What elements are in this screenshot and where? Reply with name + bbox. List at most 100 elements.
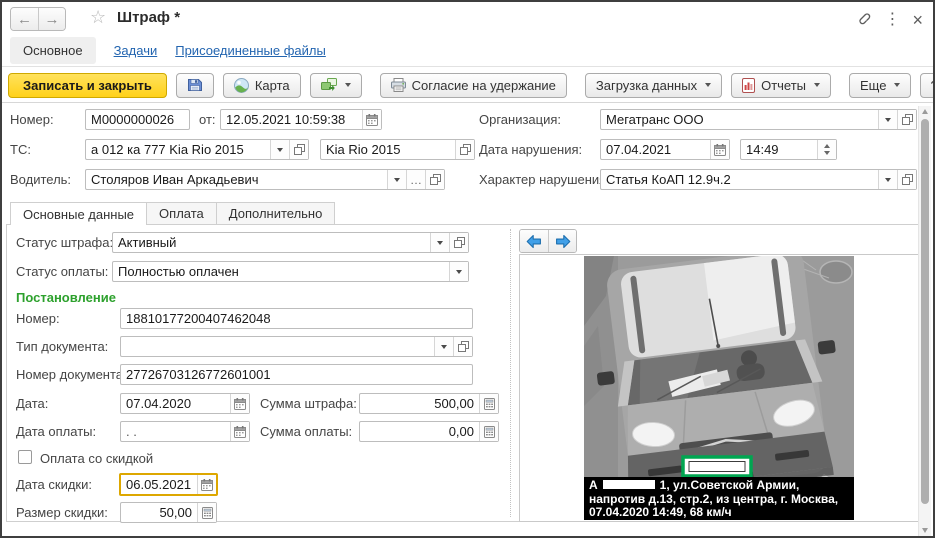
dropdown-caret-icon: [894, 83, 900, 87]
driver-label: Водитель:: [10, 172, 71, 187]
fine-status-field[interactable]: Активный: [112, 232, 469, 253]
open-reference-icon[interactable]: [425, 170, 444, 189]
open-reference-icon[interactable]: [897, 110, 916, 129]
dropdown-icon[interactable]: [270, 140, 289, 159]
fine-amount-label: Сумма штрафа:: [260, 396, 357, 411]
back-button[interactable]: ←: [11, 8, 38, 30]
more-actions-button[interactable]: Еще: [849, 73, 911, 98]
number-field[interactable]: М0000000026: [85, 109, 190, 130]
dropdown-caret-icon: [345, 83, 351, 87]
panel-splitter[interactable]: [510, 229, 511, 517]
calendar-icon[interactable]: [362, 110, 381, 129]
tab-payment[interactable]: Оплата: [147, 202, 217, 224]
forward-button[interactable]: →: [38, 8, 65, 30]
dropdown-icon[interactable]: [387, 170, 406, 189]
open-reference-icon[interactable]: [449, 233, 468, 252]
open-reference-icon[interactable]: [453, 337, 472, 356]
number-label: Номер:: [10, 112, 54, 127]
doc-number-label: Номер документа:: [16, 367, 127, 382]
calendar-icon[interactable]: [197, 475, 216, 494]
help-button[interactable]: ?: [920, 73, 935, 98]
pay-status-label: Статус оплаты:: [16, 264, 108, 279]
close-icon[interactable]: ×: [912, 11, 923, 29]
dropdown-icon[interactable]: [430, 233, 449, 252]
violation-type-field[interactable]: Статья КоАП 12.9ч.2: [600, 169, 917, 190]
dropdown-caret-icon: [814, 83, 820, 87]
violation-date-field[interactable]: 07.04.2021: [600, 139, 730, 160]
more-menu-icon[interactable]: ⋮: [884, 11, 900, 29]
redaction-bar: [603, 480, 655, 489]
section-tabs: Основное Задачи Присоединенные файлы: [2, 34, 933, 67]
pay-date-field[interactable]: . .: [120, 421, 250, 442]
discount-date-field[interactable]: 06.05.2021: [119, 473, 218, 496]
dropdown-icon[interactable]: [449, 262, 468, 281]
vehicle-model-field[interactable]: Kia Rio 2015: [320, 139, 475, 160]
resolution-section-title: Постановление: [16, 290, 116, 305]
photo-prev-button[interactable]: [520, 230, 548, 252]
photo-nav-group: [519, 229, 577, 253]
dropdown-icon[interactable]: [878, 170, 897, 189]
photo-panel: А1, ул.Советской Армии, напротив д.13, с…: [519, 254, 919, 522]
choose-button[interactable]: …: [406, 170, 425, 189]
pay-amount-label: Сумма оплаты:: [260, 424, 352, 439]
discount-size-label: Размер скидки:: [16, 505, 108, 520]
time-spinner[interactable]: [817, 140, 836, 159]
fine-status-label: Статус штрафа:: [16, 235, 113, 250]
retention-consent-button[interactable]: Согласие на удержание: [380, 73, 567, 98]
pay-amount-field[interactable]: 0,00: [359, 421, 499, 442]
calculator-icon[interactable]: [479, 394, 498, 413]
photo-caption: А1, ул.Советской Армии, напротив д.13, с…: [584, 477, 854, 520]
calendar-icon[interactable]: [230, 394, 249, 413]
vehicle-field[interactable]: а 012 ка 777 Kia Rio 2015: [85, 139, 309, 160]
save-and-close-button[interactable]: Записать и закрыть: [8, 73, 167, 98]
scroll-down-icon[interactable]: [922, 528, 928, 533]
tab-tasks[interactable]: Задачи: [114, 43, 158, 58]
fine-amount-field[interactable]: 500,00: [359, 393, 499, 414]
calendar-icon[interactable]: [710, 140, 729, 159]
resolution-number-field[interactable]: 18810177200407462048: [120, 308, 473, 329]
organization-label: Организация:: [479, 112, 561, 127]
calculator-icon[interactable]: [197, 503, 216, 522]
tab-attached-files[interactable]: Присоединенные файлы: [175, 43, 326, 58]
page-title: Штраф *: [117, 9, 180, 26]
dropdown-icon[interactable]: [434, 337, 453, 356]
resolution-date-field[interactable]: 07.04.2020: [120, 393, 250, 414]
discount-date-label: Дата скидки:: [16, 477, 92, 492]
load-data-button[interactable]: Загрузка данных: [585, 73, 722, 98]
doc-type-label: Тип документа:: [16, 339, 108, 354]
reports-button[interactable]: Отчеты: [731, 73, 831, 98]
discount-size-field[interactable]: 50,00: [120, 502, 217, 523]
calculator-icon[interactable]: [479, 422, 498, 441]
photo-next-button[interactable]: [548, 230, 576, 252]
detail-tabs: Основные данные Оплата Дополнительно: [10, 202, 335, 225]
map-button[interactable]: Карта: [223, 73, 301, 98]
driver-field[interactable]: Столяров Иван Аркадьевич …: [85, 169, 445, 190]
save-button[interactable]: [176, 73, 214, 98]
copy-transfer-button[interactable]: [310, 73, 362, 98]
discount-payment-checkbox-label: Оплата со скидкой: [40, 451, 153, 466]
resolution-date-label: Дата:: [16, 396, 48, 411]
pay-status-field[interactable]: Полностью оплачен: [112, 261, 469, 282]
violation-type-label: Характер нарушения:: [479, 172, 610, 187]
get-link-icon[interactable]: [854, 8, 872, 31]
tab-main-data[interactable]: Основные данные: [10, 202, 147, 225]
violation-time-field[interactable]: 14:49: [740, 139, 837, 160]
scrollbar-thumb[interactable]: [921, 119, 929, 504]
discount-payment-checkbox[interactable]: [18, 450, 32, 464]
scroll-up-icon[interactable]: [922, 109, 928, 114]
caption-line-1: А1, ул.Советской Армии,: [589, 479, 849, 493]
open-reference-icon[interactable]: [897, 170, 916, 189]
doc-type-field[interactable]: [120, 336, 473, 357]
calendar-icon[interactable]: [230, 422, 249, 441]
dropdown-icon[interactable]: [878, 110, 897, 129]
open-reference-icon[interactable]: [455, 140, 474, 159]
violation-photo: А1, ул.Советской Армии, напротив д.13, с…: [584, 256, 854, 520]
tab-main[interactable]: Основное: [10, 37, 96, 64]
doc-number-field[interactable]: 27726703126772601001: [120, 364, 473, 385]
date-created-field[interactable]: 12.05.2021 10:59:38: [220, 109, 382, 130]
open-reference-icon[interactable]: [289, 140, 308, 159]
tab-additional[interactable]: Дополнительно: [217, 202, 336, 224]
vertical-scrollbar[interactable]: [918, 106, 931, 536]
favorite-star-icon[interactable]: ☆: [90, 7, 106, 28]
organization-field[interactable]: Мегатранс ООО: [600, 109, 917, 130]
